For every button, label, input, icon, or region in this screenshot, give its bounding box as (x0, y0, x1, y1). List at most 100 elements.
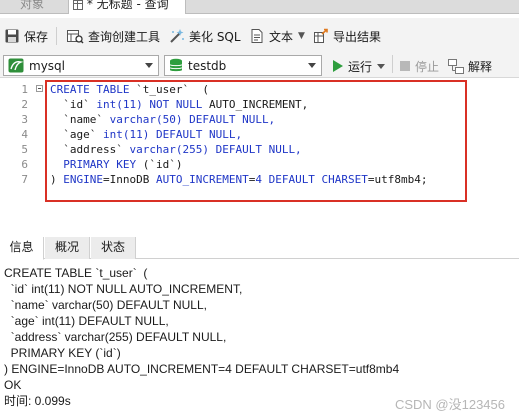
code-line[interactable]: ) ENGINE=InnoDB AUTO_INCREMENT=4 DEFAULT… (50, 172, 428, 187)
code-token: int( (102, 128, 130, 141)
code-token: DEFAULT NULL, (149, 128, 243, 141)
text-label: 文本 (269, 29, 294, 44)
code-line[interactable]: CREATE TABLE `t_user` ( (50, 82, 209, 97)
code-token: ) (136, 98, 143, 111)
stop-label: 停止 (415, 59, 440, 74)
tab-status[interactable]: 状态 (91, 237, 136, 259)
code-token: varchar( (109, 113, 163, 126)
export-icon (314, 28, 328, 43)
code-line[interactable]: `address` varchar(255) DEFAULT NULL, (50, 142, 302, 157)
code-token: varchar( (129, 143, 183, 156)
main-toolbar: 保存 查询创建工具 美化 SQL 文本 ▼ 导出结果 (0, 18, 519, 52)
code-token: 11 (129, 128, 143, 141)
code-token: DEFAULT NULL, (208, 143, 302, 156)
document-tab-strip: 对象 * 无标题 - 查询 (0, 0, 519, 14)
export-results-button[interactable]: 导出结果 (313, 26, 381, 46)
code-token: (`id`) (142, 158, 183, 171)
line-number: 4 (21, 128, 28, 141)
line-number: 6 (21, 158, 28, 171)
query-builder-icon (67, 30, 84, 44)
toolbar-divider (56, 27, 57, 45)
save-label: 保存 (24, 29, 49, 44)
query-builder-label: 查询创建工具 (88, 29, 161, 44)
code-token: int( (96, 98, 123, 111)
text-button[interactable]: 文本 ▼ (249, 26, 305, 46)
code-token: `name` (50, 113, 110, 126)
code-line[interactable]: `id` int(11) NOT NULL AUTO_INCREMENT, (50, 97, 308, 112)
explain-icon (448, 58, 464, 74)
fold-toggle-icon[interactable] (36, 85, 43, 92)
query-builder-button[interactable]: 查询创建工具 (66, 26, 160, 46)
code-token: `address` (50, 143, 130, 156)
tab-objects[interactable]: 对象 (0, 0, 64, 14)
tab-objects-label: 对象 (19, 0, 44, 11)
tab-info[interactable]: 信息 (0, 237, 44, 260)
stop-button[interactable]: 停止 (399, 57, 439, 75)
code-token: 255 (182, 143, 203, 156)
database-select[interactable]: testdb (164, 55, 322, 76)
save-button[interactable]: 保存 (4, 26, 48, 46)
code-token: `id` (50, 98, 97, 111)
run-button[interactable]: 运行 (332, 57, 386, 75)
code-token: `age` (50, 128, 103, 141)
chevron-down-icon (377, 63, 386, 69)
run-play-icon (333, 60, 343, 72)
result-line: `name` varchar(50) DEFAULT NULL, (4, 298, 207, 312)
beautify-sql-button[interactable]: 美化 SQL (169, 26, 241, 46)
result-status: OK (4, 378, 22, 392)
code-token: 4 (255, 173, 262, 186)
beautify-sql-icon (170, 29, 184, 43)
result-tab-bar: 信息 概况 状态 (0, 237, 519, 260)
chevron-down-icon (308, 63, 316, 68)
result-line: `id` int(11) NOT NULL AUTO_INCREMENT, (4, 282, 243, 296)
code-line[interactable]: PRIMARY KEY (`id`) (50, 157, 182, 172)
code-token: 11 (122, 98, 137, 111)
code-token: ) (202, 143, 209, 156)
connection-toolbar: mysql testdb 运行 停止 解释 (0, 52, 519, 78)
result-line: ) ENGINE=InnoDB AUTO_INCREMENT=4 DEFAULT… (4, 362, 400, 376)
result-line: CREATE TABLE `t_user` ( (4, 266, 148, 280)
code-token: ) (50, 173, 64, 186)
line-number: 2 (21, 98, 28, 111)
code-token: ENGINE (63, 173, 103, 186)
code-line[interactable]: `name` varchar(50) DEFAULT NULL, (50, 112, 275, 127)
tab-query[interactable]: * 无标题 - 查询 (68, 0, 186, 14)
sql-editor[interactable]: 1 2 3 4 5 6 7 CREATE TABLE `t_user` ( `i… (0, 78, 519, 230)
result-line: PRIMARY KEY (`id`) (4, 346, 121, 360)
code-line[interactable]: `age` int(11) DEFAULT NULL, (50, 127, 242, 142)
mysql-connection-icon (8, 58, 24, 73)
stop-icon (400, 61, 410, 71)
tab-query-label: * 无标题 - 查询 (86, 0, 169, 11)
tab-overview[interactable]: 概况 (45, 237, 90, 259)
export-results-label: 导出结果 (333, 29, 382, 44)
result-line: `address` varchar(255) DEFAULT NULL, (4, 330, 227, 344)
code-token: 50 (162, 113, 176, 126)
connection-select[interactable]: mysql (3, 55, 159, 76)
code-token: AUTO_INCREMENT, (208, 98, 309, 111)
query-table-icon (73, 0, 83, 10)
line-number: 3 (21, 113, 28, 126)
save-icon (5, 29, 19, 43)
line-number: 7 (21, 173, 28, 186)
code-token: NOT NULL (142, 98, 209, 111)
toolbar-divider (392, 55, 393, 73)
beautify-sql-label: 美化 SQL (189, 29, 241, 44)
chevron-down-icon: ▼ (298, 31, 305, 41)
code-token: AUTO_INCREMENT (155, 173, 249, 186)
line-number: 5 (21, 143, 28, 156)
code-token: PRIMARY KEY (50, 158, 143, 171)
explain-button[interactable]: 解释 (448, 57, 492, 75)
code-token: =utf8mb4; (367, 173, 428, 186)
line-number-gutter: 1 2 3 4 5 6 7 (0, 78, 44, 230)
chevron-down-icon (145, 63, 153, 68)
database-icon (169, 58, 183, 72)
run-label: 运行 (348, 59, 373, 74)
code-token: DEFAULT NULL, (182, 113, 276, 126)
explain-label: 解释 (468, 59, 493, 74)
text-document-icon (251, 29, 263, 43)
result-elapsed-time: 时间: 0.099s (4, 394, 71, 408)
code-token: CREATE TABLE (50, 83, 130, 96)
result-line: `age` int(11) DEFAULT NULL, (4, 314, 169, 328)
code-token: `t_user` ( (129, 83, 209, 96)
code-token: =InnoDB (103, 173, 156, 186)
